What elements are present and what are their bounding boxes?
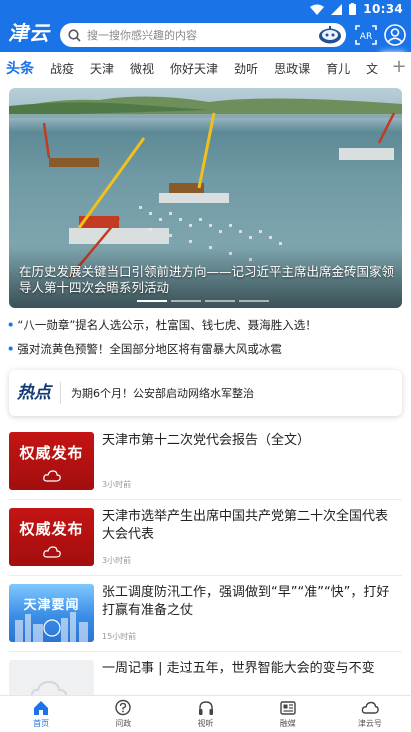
city-skyline-icon [15,612,88,642]
ar-scan-icon: AR [355,25,377,45]
nav-inquiry[interactable]: 问政 [82,696,164,732]
hot-topic-card[interactable]: 热点 为期6个月！公安部启动网络水军整治 [9,370,402,416]
robot-assistant-icon[interactable] [318,26,342,44]
tab-tianjin[interactable]: 天津 [82,60,122,77]
news-thumbnail: 权威发布 [9,508,94,566]
cloud-logo-icon [43,546,61,558]
nav-home[interactable]: 首页 [0,696,82,732]
app-logo[interactable]: 津云 [8,18,56,48]
carousel-dot [171,300,201,302]
carousel-dot [137,300,167,302]
headline-item[interactable]: • “八一勋章”提名人选公示，杜富国、钱七虎、聂海胜入选！ [7,313,407,337]
status-time: 10:34 [363,2,403,16]
news-title: 一周记事 | 走过五年，世界智能大会的变与不变 [102,661,375,676]
tab-hello-tianjin[interactable]: 你好天津 [162,60,226,77]
hero-carousel[interactable]: 在历史发展关键当口引领前进方向——记习近平主席出席金砖国家领导人第十四次会晤系列… [9,88,402,308]
app-header: 10:34 津云 搜一搜你感兴趣的内容 AR [0,0,411,52]
question-bubble-icon [115,699,131,716]
divider [9,499,402,500]
news-thumbnail: 天津要闻 [9,584,94,642]
headphones-icon [198,701,213,715]
hero-caption[interactable]: 在历史发展关键当口引领前进方向——记习近平主席出席金砖国家领导人第十四次会晤系列… [19,264,399,296]
tab-epidemic[interactable]: 战疫 [42,60,82,77]
tab-headlines[interactable]: 头条 [0,58,42,78]
battery-icon [349,3,357,15]
cloud-logo-icon [43,470,61,482]
wifi-icon [310,4,325,15]
news-thumbnail: 权威发布 [9,432,94,490]
nav-media[interactable]: 融媒 [247,696,329,732]
search-placeholder: 搜一搜你感兴趣的内容 [87,29,197,42]
tab-micro-video[interactable]: 微视 [122,60,162,77]
cloud-icon [361,701,379,714]
carousel-dot [239,300,269,302]
news-title: 张工调度防汛工作，强调做到“早”“准”“快”，打好打赢有准备之仗 [102,585,390,618]
news-time: 3小时前 [102,480,132,489]
search-input[interactable]: 搜一搜你感兴趣的内容 [60,23,346,47]
hot-topic-logo: 热点 [17,382,61,404]
carousel-dot [205,300,235,302]
ar-scan-button[interactable]: AR [354,23,378,47]
headline-bullets: • “八一勋章”提名人选公示，杜富国、钱七虎、聂海胜入选！ • 强对流黄色预警！全国… [7,313,407,361]
status-bar: 10:34 [310,0,403,18]
hot-topic-text: 为期6个月！公安部启动网络水军整治 [71,387,254,400]
home-icon [34,701,49,715]
carousel-indicator [137,300,269,302]
tab-manage-button[interactable]: + [387,52,411,84]
tab-parenting[interactable]: 育儿 [318,60,358,77]
ar-label: AR [360,32,372,42]
divider [9,651,402,652]
media-icon [280,701,296,715]
news-time: 3小时前 [102,556,132,565]
tab-ideology-class[interactable]: 思政课 [266,60,318,77]
bottom-navigation: 首页 问政 视听 融媒 津云号 [0,695,411,732]
news-title: 天津市选举产生出席中国共产党第二十次全国代表大会代表 [102,509,389,542]
channel-tabs: 头条 战疫 天津 微视 你好天津 劲听 思政课 育儿 文 [0,52,411,84]
nav-audio-video[interactable]: 视听 [164,696,246,732]
tab-listen[interactable]: 劲听 [226,60,266,77]
search-icon [68,28,81,42]
news-item[interactable]: 权威发布 天津市选举产生出席中国共产党第二十次全国代表大会代表 3小时前 [9,508,402,580]
nav-jinyun-account[interactable]: 津云号 [329,696,411,732]
news-time: 15小时前 [102,632,137,641]
cellular-icon [331,3,343,15]
tab-culture[interactable]: 文 [358,60,386,77]
headline-item[interactable]: • 强对流黄色预警！全国部分地区将有雷暴大风或冰雹 [7,337,407,361]
news-item[interactable]: 权威发布 天津市第十二次党代会报告（全文） 3小时前 [9,432,402,504]
user-profile-button[interactable] [383,23,407,47]
divider [9,575,402,576]
news-title: 天津市第十二次党代会报告（全文） [102,433,311,448]
news-item[interactable]: 天津要闻 张工调度防汛工作，强调做到“早”“准”“快”，打好打赢有准备之仗 15… [9,584,402,656]
user-icon [384,24,406,46]
